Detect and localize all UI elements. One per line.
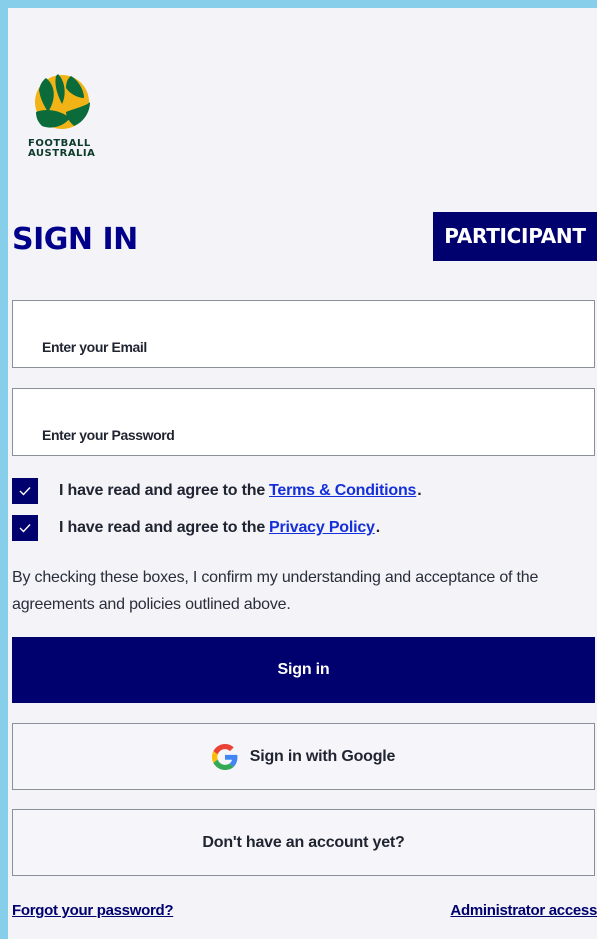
terms-label: I have read and agree to the	[59, 482, 266, 499]
terms-suffix: .	[417, 482, 422, 499]
privacy-label: I have read and agree to the	[59, 519, 266, 536]
football-australia-logo: FOOTBALL AUSTRALIA	[26, 68, 104, 180]
participant-badge: PARTICIPANT	[433, 212, 597, 261]
privacy-agreement-row: I have read and agree to the Privacy Pol…	[12, 515, 380, 541]
page-title: SIGN IN	[12, 222, 138, 257]
checkmark-icon	[19, 524, 31, 533]
logo-line-2: AUSTRALIA	[28, 148, 96, 159]
privacy-policy-link[interactable]: Privacy Policy	[269, 519, 375, 537]
agreement-note: By checking these boxes, I confirm my un…	[12, 569, 539, 613]
sign-in-panel: FOOTBALL AUSTRALIA SIGN IN PARTICIPANT I…	[8, 8, 597, 939]
checkmark-icon	[19, 487, 31, 496]
terms-conditions-link[interactable]: Terms & Conditions	[269, 482, 416, 500]
google-g-icon	[211, 743, 238, 770]
privacy-checkbox[interactable]	[12, 515, 38, 541]
google-sign-in-label: Sign in with Google	[249, 747, 396, 765]
terms-agreement-row: I have read and agree to the Terms & Con…	[12, 478, 422, 504]
password-input[interactable]	[13, 389, 594, 455]
create-account-button[interactable]: Don't have an account yet?	[12, 809, 595, 876]
password-field-container	[12, 388, 595, 456]
terms-checkbox[interactable]	[12, 478, 38, 504]
email-input[interactable]	[13, 301, 594, 367]
sign-in-button-label: Sign in	[277, 661, 330, 678]
sign-in-button[interactable]: Sign in	[12, 637, 595, 703]
create-account-label: Don't have an account yet?	[202, 833, 405, 851]
privacy-suffix: .	[375, 519, 380, 536]
forgot-password-link[interactable]: Forgot your password?	[12, 901, 174, 921]
administrator-access-link[interactable]: Administrator access	[450, 901, 597, 921]
email-field-container	[12, 300, 595, 368]
football-australia-logo-icon	[35, 74, 90, 129]
logo-wordmark: FOOTBALL AUSTRALIA	[28, 139, 95, 159]
google-sign-in-button[interactable]: Sign in with Google	[12, 723, 595, 790]
